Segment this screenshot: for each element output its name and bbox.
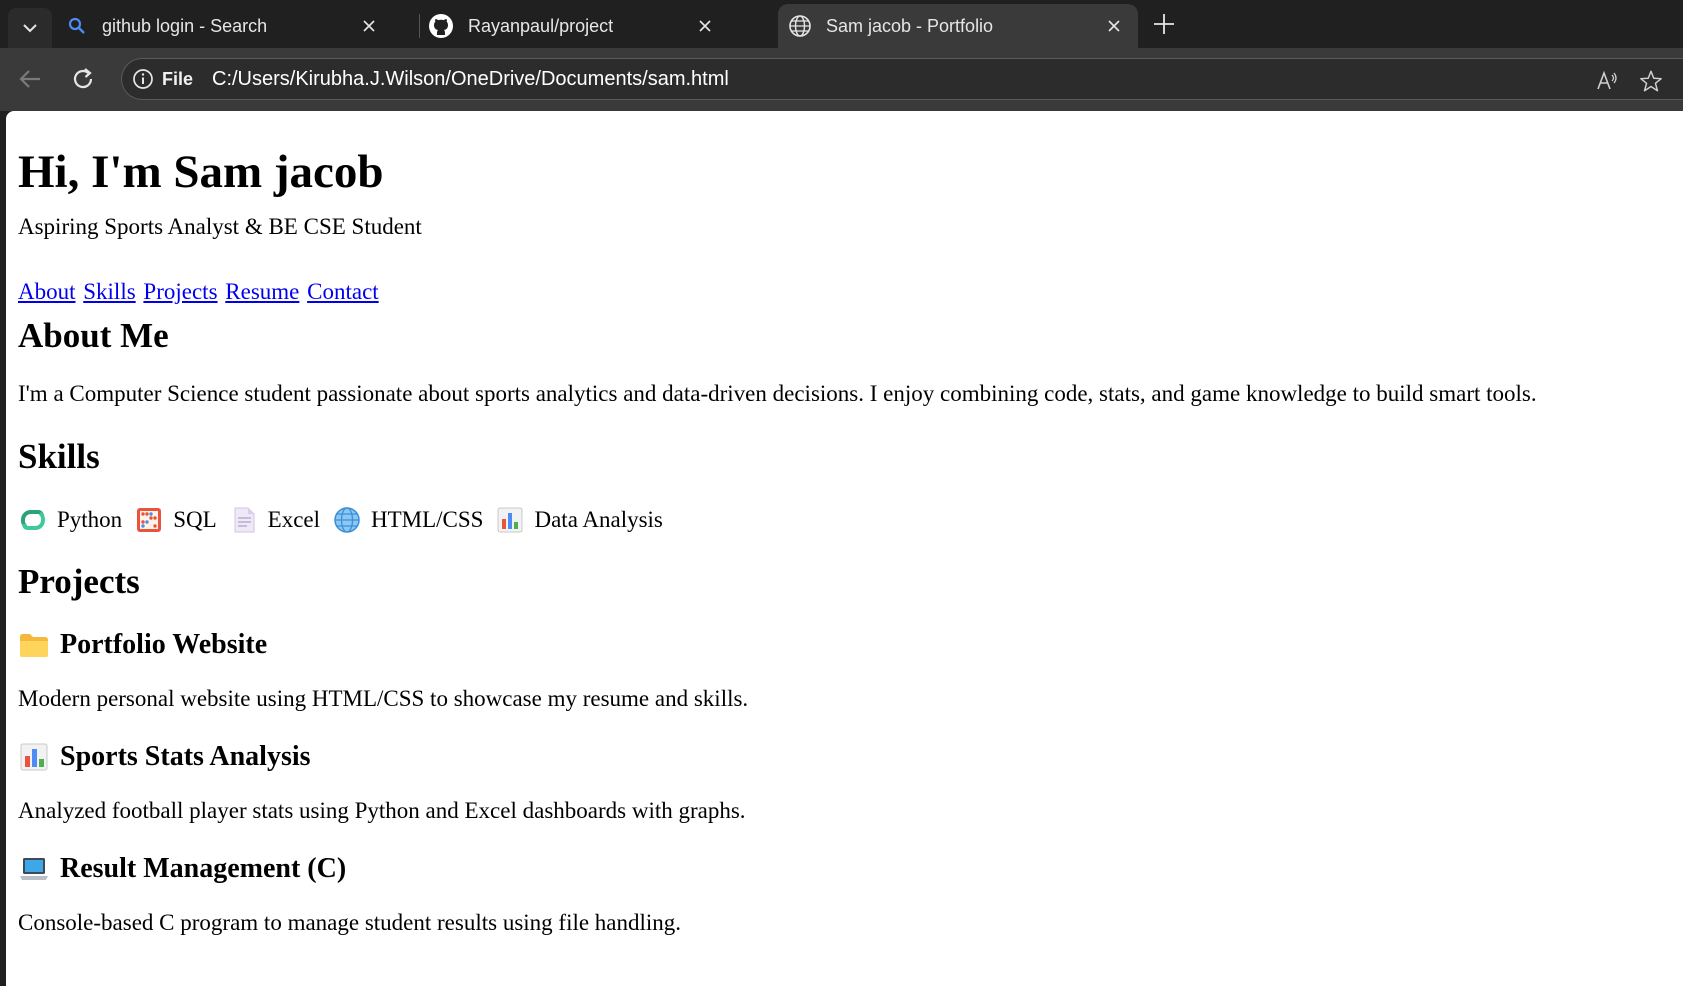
folder-icon <box>20 634 48 657</box>
project-description: Analyzed football player stats using Pyt… <box>18 798 746 823</box>
project-title-text: Portfolio Website <box>60 629 268 660</box>
abacus-icon <box>137 508 162 532</box>
close-tab-icon[interactable] <box>1102 14 1126 38</box>
project-title-text: Sports Stats Analysis <box>60 741 311 772</box>
site-nav: About Skills Projects Resume Contact <box>18 279 381 305</box>
read-aloud-icon[interactable] <box>1595 69 1619 93</box>
nav-link-about[interactable]: About <box>18 279 76 304</box>
globe-icon <box>789 15 811 37</box>
browser-toolbar: File C:/Users/Kirubha.J.Wilson/OneDrive/… <box>0 48 1683 111</box>
skills-heading: Skills <box>18 437 100 476</box>
nav-link-contact[interactable]: Contact <box>307 279 379 304</box>
project-title: Portfolio Website <box>18 629 267 661</box>
project-title: Sports Stats Analysis <box>18 741 311 773</box>
arrow-left-icon <box>19 70 40 88</box>
project-description: Modern personal website using HTML/CSS t… <box>18 686 749 711</box>
close-tab-icon[interactable] <box>693 14 717 38</box>
page-viewport: Hi, I'm Sam jacob Aspiring Sports Analys… <box>6 111 1683 986</box>
favorite-star-icon[interactable] <box>1639 69 1663 93</box>
tab-github-search[interactable]: github login - Search <box>56 4 416 48</box>
refresh-icon <box>73 68 93 89</box>
skill-item: Excel <box>229 505 320 535</box>
project-title-text: Result Management (C) <box>60 853 347 884</box>
skill-label: Excel <box>267 507 320 532</box>
skill-item: Data Analysis <box>495 505 663 535</box>
address-bar[interactable]: File C:/Users/Kirubha.J.Wilson/OneDrive/… <box>121 58 1683 100</box>
skill-label: Python <box>57 507 123 532</box>
nav-link-resume[interactable]: Resume <box>225 279 299 304</box>
tab-title: Sam jacob - Portfolio <box>826 15 994 36</box>
laptop-icon <box>20 858 48 880</box>
project-description: Console-based C program to manage studen… <box>18 910 682 935</box>
bar-chart-icon <box>20 743 48 771</box>
skills-list: Python SQL Excel HTML/CSS Data Analysis <box>18 505 675 535</box>
tagline: Aspiring Sports Analyst & BE CSE Student <box>18 214 422 239</box>
page-title: Hi, I'm Sam jacob <box>18 146 384 198</box>
python-icon <box>20 510 46 530</box>
url-text[interactable]: C:/Users/Kirubha.J.Wilson/OneDrive/Docum… <box>212 68 729 91</box>
tab-divider <box>419 14 420 38</box>
skill-label: SQL <box>173 507 217 532</box>
projects-heading: Projects <box>18 562 140 601</box>
close-tab-icon[interactable] <box>357 14 381 38</box>
bar-chart-icon <box>497 507 523 533</box>
skill-item: Python <box>18 505 122 535</box>
plus-icon <box>1154 14 1174 34</box>
back-button[interactable] <box>13 62 47 96</box>
nav-link-skills[interactable]: Skills <box>83 279 135 304</box>
skill-item: SQL <box>134 505 217 535</box>
document-icon <box>234 507 255 533</box>
nav-link-projects[interactable]: Projects <box>143 279 217 304</box>
tab-title: github login - Search <box>102 15 268 36</box>
search-icon <box>68 17 85 34</box>
new-tab-button[interactable] <box>1148 8 1180 40</box>
tab-portfolio[interactable]: Sam jacob - Portfolio <box>778 4 1138 48</box>
tab-actions-menu-button[interactable] <box>8 8 52 48</box>
globe-icon <box>334 507 360 533</box>
site-label: File <box>162 68 194 89</box>
skill-label: Data Analysis <box>534 507 663 532</box>
refresh-button[interactable] <box>66 62 100 96</box>
site-info-button[interactable]: File <box>132 68 193 90</box>
info-icon <box>133 69 153 89</box>
github-icon <box>429 14 453 38</box>
skill-item: HTML/CSS <box>332 505 483 535</box>
project-title: Result Management (C) <box>18 853 346 885</box>
about-text: I'm a Computer Science student passionat… <box>18 381 1537 406</box>
chevron-down-icon <box>23 24 37 33</box>
about-heading: About Me <box>18 316 169 355</box>
skill-label: HTML/CSS <box>371 507 484 532</box>
tab-strip: github login - Search Rayanpaul/project … <box>0 0 1683 48</box>
tab-title: Rayanpaul/project <box>468 15 614 36</box>
tab-github-project[interactable]: Rayanpaul/project <box>422 4 778 48</box>
